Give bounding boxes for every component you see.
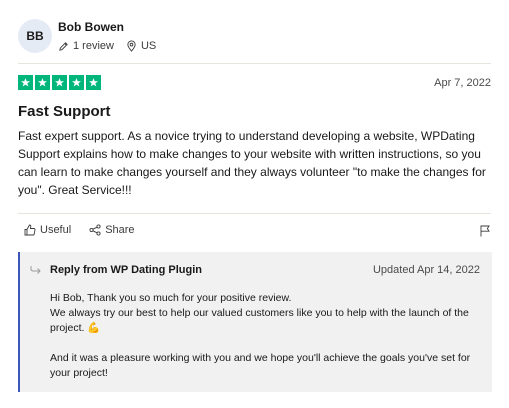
useful-label: Useful — [40, 224, 72, 236]
share-button[interactable]: Share — [89, 224, 135, 236]
share-label: Share — [105, 224, 135, 236]
reply-title: Reply from WP Dating Plugin — [50, 264, 202, 276]
star-icon — [18, 75, 33, 90]
review-title[interactable]: Fast Support — [18, 103, 111, 120]
flag-icon — [480, 225, 490, 237]
star-icon — [86, 75, 101, 90]
reply-paragraph: Hi Bob, Thank you so much for your posit… — [50, 292, 469, 334]
review-count: 1 review — [73, 40, 114, 52]
reply-date: Updated Apr 14, 2022 — [372, 264, 480, 276]
star-rating — [18, 75, 101, 90]
reviewer-country: US — [140, 40, 157, 52]
reviewer-header: BB Bob Bowen 1 review US — [18, 16, 156, 56]
star-icon — [69, 75, 84, 90]
avatar[interactable]: BB — [18, 19, 52, 53]
review-body: Fast expert support. As a novice trying … — [18, 129, 486, 197]
report-button[interactable] — [479, 224, 491, 242]
star-icon — [35, 75, 50, 90]
share-icon — [89, 224, 101, 236]
actions-divider — [18, 213, 491, 214]
useful-button[interactable]: Useful — [24, 224, 71, 236]
review-actions: Useful Share — [24, 224, 153, 236]
reply-arrow-icon — [30, 266, 41, 274]
reviewer-identity: Bob Bowen 1 review US — [58, 20, 156, 52]
reply-body: Hi Bob, Thank you so much for your posit… — [50, 291, 482, 396]
thumbs-up-icon — [24, 224, 36, 236]
reply-header: Reply from WP Dating Plugin — [30, 264, 202, 276]
reviewer-meta: 1 review US — [58, 40, 156, 52]
location-pin-icon — [126, 40, 137, 52]
company-reply: Reply from WP Dating Plugin Updated Apr … — [18, 252, 492, 392]
header-divider — [18, 63, 491, 64]
reply-paragraph: And it was a pleasure working with you a… — [50, 352, 471, 379]
review-date: Apr 7, 2022 — [434, 77, 491, 89]
pencil-icon — [58, 41, 69, 52]
star-icon — [52, 75, 67, 90]
reviewer-name[interactable]: Bob Bowen — [58, 20, 156, 34]
